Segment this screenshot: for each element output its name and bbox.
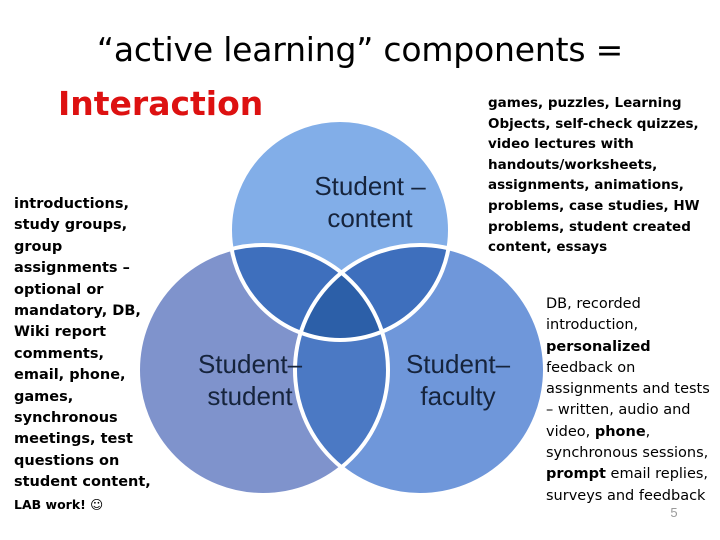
slide-title-line1: “active learning” components = bbox=[96, 30, 624, 69]
annotation-br-bold-phone: phone bbox=[594, 423, 646, 440]
slide-canvas: “active learning” components = Interacti… bbox=[0, 0, 720, 540]
venn-svg bbox=[136, 118, 547, 497]
annotation-br-bold-personalized: personalized bbox=[546, 338, 651, 355]
annotation-bottom-right: DB, recorded introduction, personalized … bbox=[546, 294, 720, 507]
annotation-left-main: introductions, study groups, group assig… bbox=[14, 196, 151, 491]
annotation-br-bold-prompt: prompt bbox=[546, 466, 606, 483]
venn-diagram: Student – content Student– student Stude… bbox=[136, 118, 550, 500]
page-number: 5 bbox=[670, 505, 678, 520]
annotation-br-part1: DB, recorded introduction, bbox=[546, 296, 641, 334]
annotation-left-tail: LAB work! ☺ bbox=[14, 496, 104, 512]
annotation-left: introductions, study groups, group assig… bbox=[14, 194, 154, 516]
slide-title-accent: Interaction bbox=[58, 84, 264, 123]
